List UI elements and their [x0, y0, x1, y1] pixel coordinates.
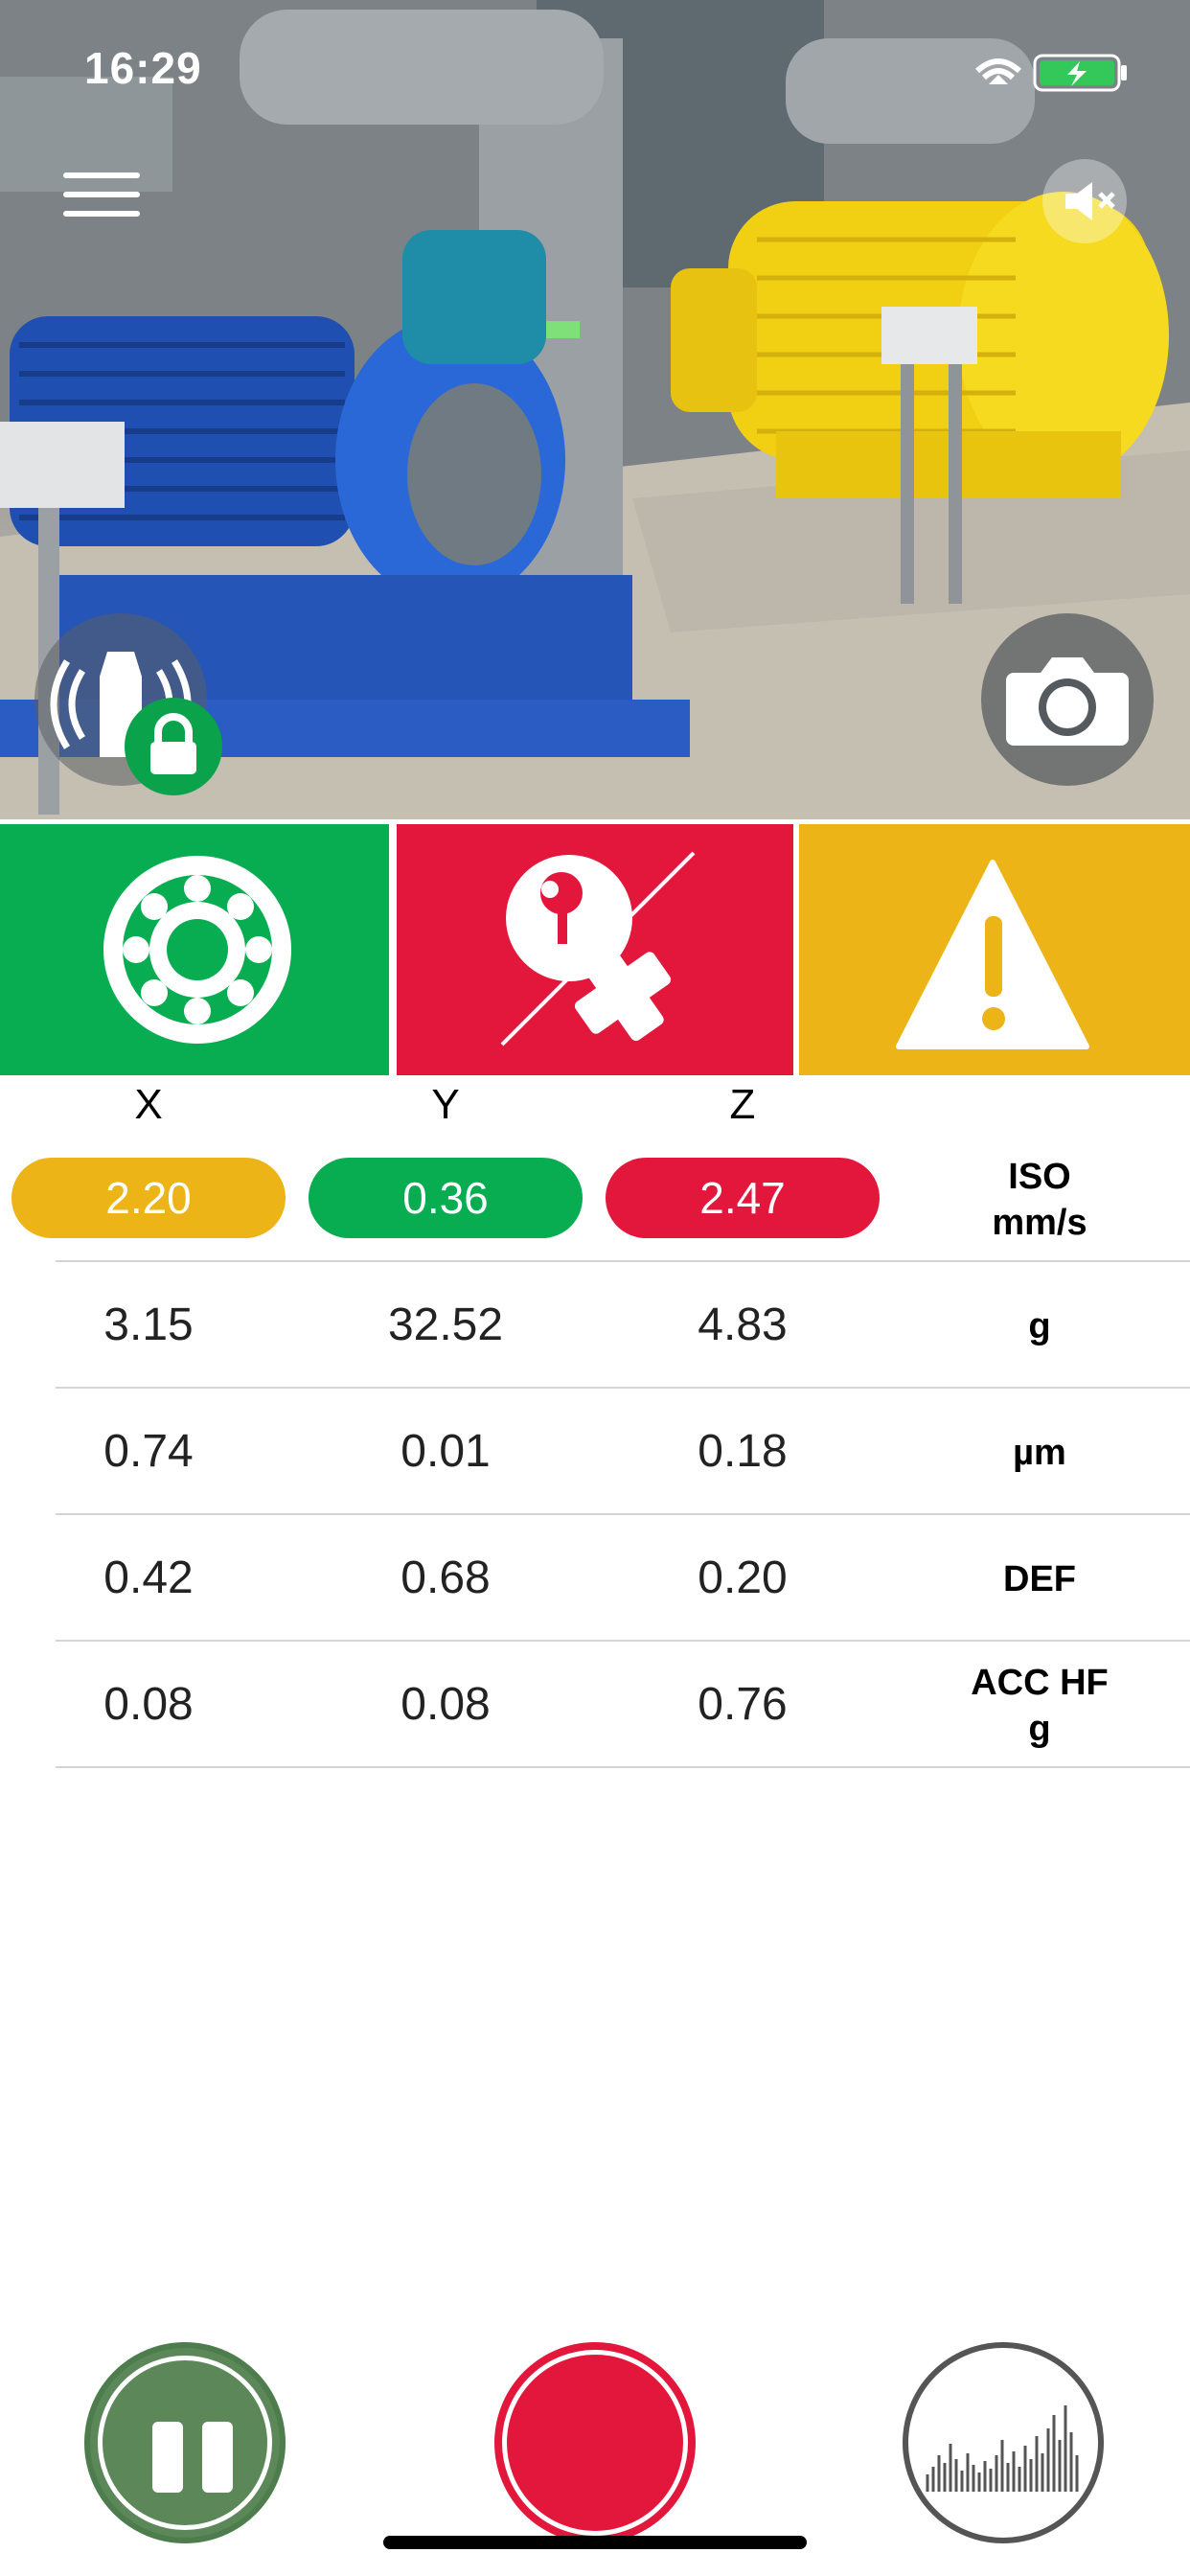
status-icons [974, 54, 1127, 92]
pause-icon [98, 2356, 272, 2530]
misalignment-status-tile[interactable] [397, 824, 793, 1075]
record-button[interactable] [494, 2342, 696, 2543]
axis-y-header: Y [431, 1081, 460, 1128]
warning-status-tile[interactable] [799, 824, 1190, 1075]
lock-badge [125, 698, 222, 795]
table-cell: 0.76 [698, 1679, 788, 1730]
unit-line: ACC HF [971, 1663, 1109, 1703]
bearing-status-tile[interactable] [0, 824, 389, 1075]
iso-y-value: 0.36 [309, 1158, 583, 1238]
row-unit-label: g [910, 1303, 1169, 1349]
axis-x-header: X [134, 1081, 163, 1128]
unit-line: g [1028, 1709, 1051, 1749]
unit-line: ISO [1008, 1157, 1071, 1197]
camera-preview: 16:29 [0, 0, 1190, 819]
table-cell: 0.01 [400, 1426, 491, 1477]
misalignment-icon [500, 851, 696, 1046]
menu-button[interactable] [63, 172, 140, 230]
unit-line: DEF [1003, 1559, 1076, 1599]
table-cell: 0.20 [698, 1552, 788, 1603]
row-unit-label: ACC HF g [910, 1660, 1169, 1752]
lock-icon [150, 713, 196, 774]
row-divider [56, 1260, 1190, 1262]
row-divider [56, 1640, 1190, 1642]
table-cell: 3.15 [103, 1300, 194, 1350]
speaker-muted-icon [1065, 182, 1115, 220]
iso-unit-label: ISO mm/s [910, 1154, 1169, 1246]
table-cell: 0.74 [103, 1426, 194, 1477]
bearing-icon [103, 856, 291, 1044]
home-indicator [383, 2536, 807, 2549]
row-divider [56, 1387, 1190, 1389]
unit-line: mm/s [992, 1203, 1087, 1243]
table-cell: 0.68 [400, 1552, 491, 1603]
status-tiles [0, 824, 1190, 1075]
hamburger-icon [63, 172, 140, 178]
camera-button[interactable] [981, 613, 1154, 786]
axis-z-header: Z [729, 1081, 756, 1128]
table-cell: 0.08 [103, 1679, 194, 1730]
row-divider [56, 1766, 1190, 1768]
iso-x-value: 2.20 [11, 1158, 286, 1238]
table-cell: 4.83 [698, 1300, 788, 1350]
row-divider [56, 1513, 1190, 1515]
sound-toggle-button[interactable] [1042, 159, 1127, 243]
unit-line: µm [1013, 1433, 1066, 1473]
table-cell: 0.08 [400, 1679, 491, 1730]
unit-line: g [1028, 1306, 1051, 1346]
warning-icon [896, 860, 1089, 1049]
table-cell: 0.18 [698, 1426, 788, 1477]
iso-z-value: 2.47 [606, 1158, 880, 1238]
spectrum-icon [926, 2405, 1079, 2492]
battery-icon [1033, 54, 1127, 92]
camera-icon [1006, 657, 1129, 746]
table-cell: 0.42 [103, 1552, 194, 1603]
row-unit-label: DEF [910, 1556, 1169, 1602]
status-bar-time: 16:29 [84, 43, 202, 93]
row-unit-label: µm [910, 1430, 1169, 1476]
pause-button[interactable] [84, 2342, 286, 2543]
spectrum-button[interactable] [903, 2342, 1104, 2543]
wifi-icon [974, 58, 1022, 84]
record-icon [502, 2350, 688, 2536]
table-cell: 32.52 [387, 1300, 504, 1350]
